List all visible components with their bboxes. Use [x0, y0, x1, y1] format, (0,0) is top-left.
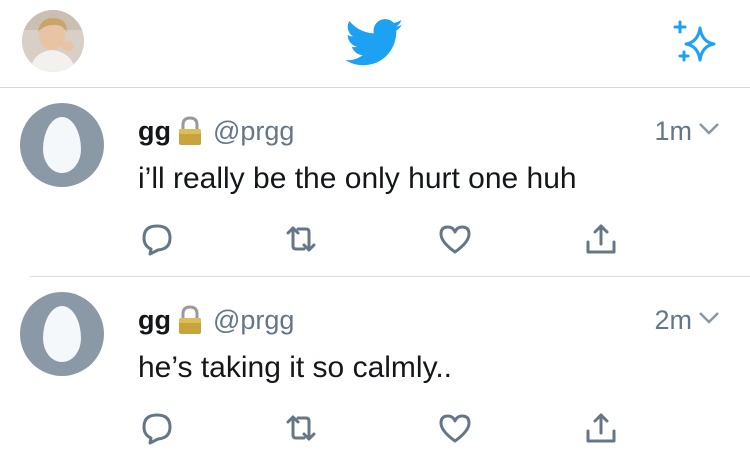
- reply-icon[interactable]: [140, 411, 174, 445]
- tweet[interactable]: gg @prgg 2m he’s taking it so calmly..: [0, 278, 750, 464]
- sparkle-icon[interactable]: [668, 16, 722, 68]
- tweet[interactable]: gg @prgg 1m i’ll really be the only hurt…: [0, 89, 750, 275]
- share-icon[interactable]: [584, 222, 618, 256]
- chevron-down-icon[interactable]: [698, 121, 720, 137]
- profile-avatar[interactable]: [22, 10, 84, 72]
- tweet-header: gg @prgg: [138, 302, 294, 338]
- tweet-actions: [0, 411, 750, 447]
- lock-icon: [179, 116, 201, 145]
- tweet-divider: [30, 276, 750, 277]
- display-name[interactable]: gg: [138, 305, 171, 336]
- display-name[interactable]: gg: [138, 116, 171, 147]
- tweet-actions: [0, 222, 750, 258]
- like-icon[interactable]: [438, 411, 472, 445]
- egg-icon: [43, 306, 81, 362]
- tweet-header: gg @prgg: [138, 113, 294, 149]
- like-icon[interactable]: [438, 222, 472, 256]
- egg-icon: [43, 117, 81, 173]
- chevron-down-icon[interactable]: [698, 310, 720, 326]
- tweet-text: i’ll really be the only hurt one huh: [138, 162, 577, 195]
- retweet-icon[interactable]: [284, 411, 318, 445]
- username[interactable]: @prgg: [213, 305, 294, 336]
- default-egg-avatar[interactable]: [20, 292, 104, 376]
- tweet-text: he’s taking it so calmly..: [138, 351, 453, 384]
- username[interactable]: @prgg: [213, 116, 294, 147]
- retweet-icon[interactable]: [284, 222, 318, 256]
- timestamp: 2m: [654, 305, 692, 335]
- default-egg-avatar[interactable]: [20, 103, 104, 187]
- profile-photo: [22, 10, 84, 72]
- top-bar: [0, 0, 750, 88]
- twitter-bird-icon: [346, 18, 404, 68]
- reply-icon[interactable]: [140, 222, 174, 256]
- share-icon[interactable]: [584, 411, 618, 445]
- lock-icon: [179, 305, 201, 334]
- timestamp: 1m: [654, 116, 692, 146]
